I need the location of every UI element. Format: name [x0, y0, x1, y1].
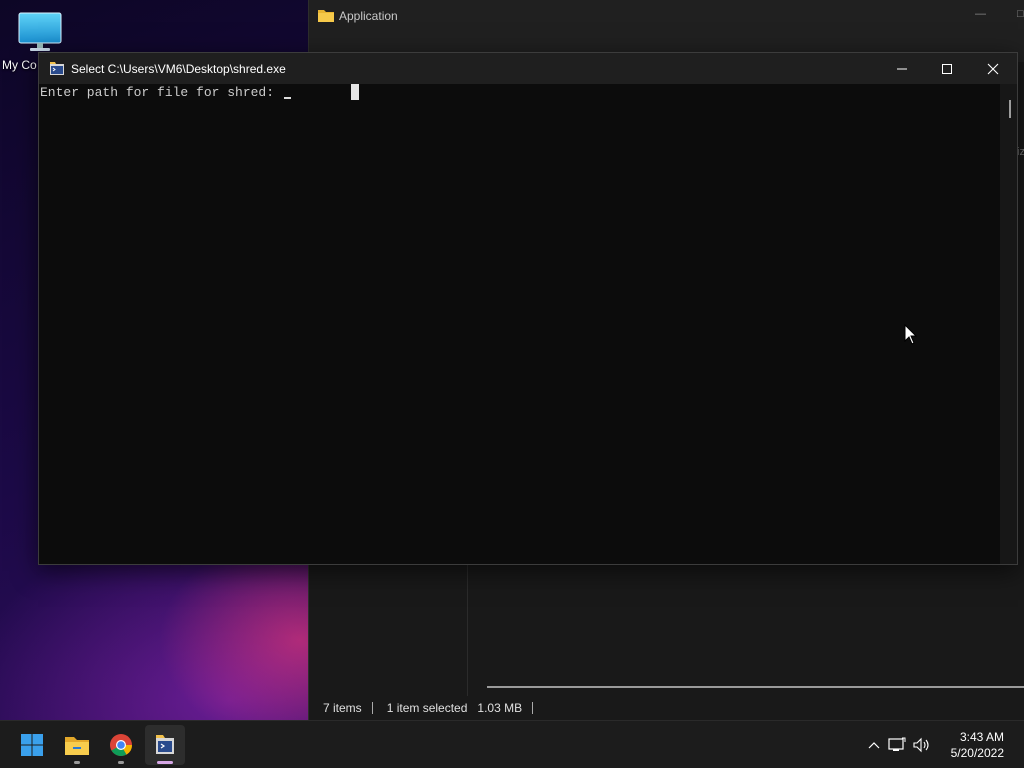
system-tray	[864, 721, 934, 768]
taskbar: 3:43 AM 5/20/2022	[0, 720, 1024, 768]
console-maximize-button[interactable]	[924, 53, 970, 84]
console-app-icon	[49, 61, 65, 77]
console-scrollbar-thumb[interactable]	[1009, 100, 1011, 118]
status-items-count: 7 items	[323, 701, 362, 715]
console-minimize-button[interactable]	[879, 53, 925, 84]
console-app-icon	[156, 735, 174, 754]
console-title: Select C:\Users\VM6\Desktop\shred.exe	[71, 61, 286, 76]
console-close-button[interactable]	[970, 53, 1016, 84]
windows-start-icon	[21, 734, 43, 756]
maximize-icon	[942, 63, 952, 74]
explorer-status-bar: 7 items 1 item selected 1.03 MB	[309, 696, 1024, 720]
explorer-column-partial-text: iz	[1017, 146, 1024, 158]
taskbar-file-explorer-button[interactable]	[57, 725, 97, 765]
taskbar-console-button[interactable]	[145, 725, 185, 765]
taskbar-chrome-button[interactable]	[101, 725, 141, 765]
clock-date: 5/20/2022	[950, 746, 1004, 760]
network-icon[interactable]	[884, 737, 910, 753]
console-prompt-text: Enter path for file for shred:	[40, 85, 282, 100]
taskbar-start-button[interactable]	[12, 725, 52, 765]
console-text-caret	[283, 97, 291, 99]
close-icon	[987, 63, 999, 74]
tray-overflow-chevron-icon[interactable]	[864, 741, 884, 749]
explorer-titlebar[interactable]: Application	[309, 0, 1024, 32]
chrome-icon	[110, 734, 132, 756]
explorer-title: Application	[339, 9, 398, 23]
console-prompt: Enter path for file for shred:	[40, 84, 291, 102]
explorer-horizontal-scrollbar[interactable]	[487, 686, 1024, 688]
status-selection: 1 item selected	[386, 701, 468, 715]
folder-icon	[65, 737, 89, 755]
taskbar-running-indicator	[118, 761, 124, 764]
console-selection-cursor	[351, 84, 359, 100]
minimize-icon	[897, 68, 907, 69]
desktop-icon-label: My Co	[2, 58, 37, 72]
status-separator	[532, 702, 534, 714]
taskbar-clock[interactable]: 3:43 AM 5/20/2022	[951, 729, 1004, 761]
taskbar-active-indicator	[157, 761, 173, 764]
console-titlebar[interactable]: Select C:\Users\VM6\Desktop\shred.exe	[39, 53, 1017, 84]
console-vertical-scrollbar[interactable]	[1000, 84, 1017, 564]
console-window[interactable]: Select C:\Users\VM6\Desktop\shred.exe En…	[38, 52, 1018, 565]
console-output-area[interactable]: Enter path for file for shred:	[39, 84, 999, 564]
explorer-minimize-icon[interactable]: —	[975, 8, 986, 20]
mouse-pointer-icon	[904, 323, 918, 351]
explorer-maximize-icon[interactable]: □	[1017, 8, 1024, 20]
explorer-pane-divider[interactable]	[467, 563, 468, 696]
clock-time: 3:43 AM	[959, 730, 1004, 744]
folder-icon	[318, 8, 334, 25]
volume-icon[interactable]	[910, 737, 934, 753]
status-size: 1.03 MB	[477, 701, 523, 715]
taskbar-running-indicator	[74, 761, 80, 764]
